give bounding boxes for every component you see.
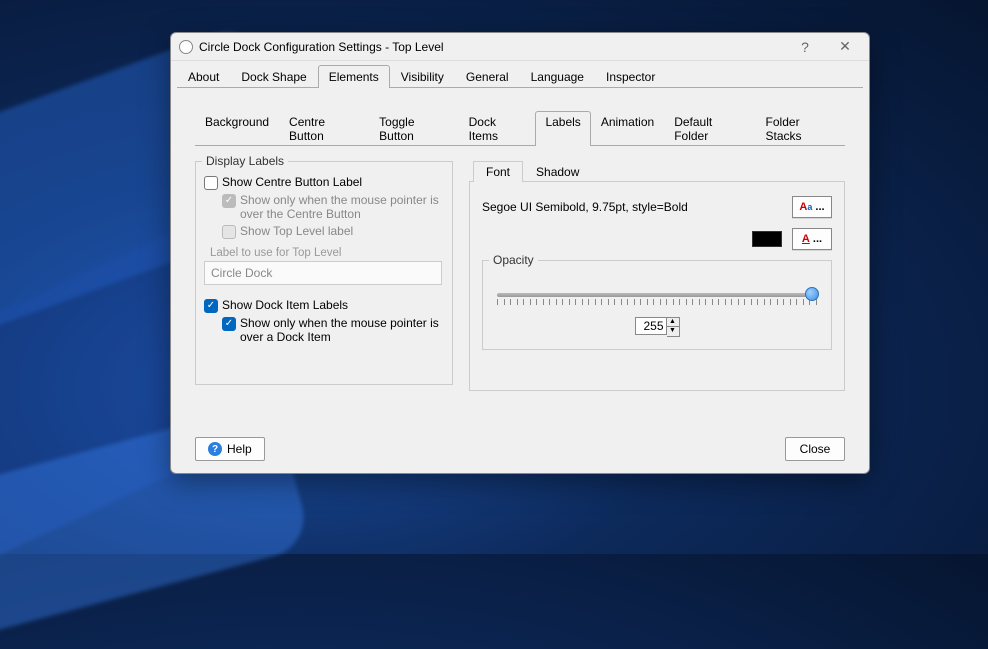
help-button-label: Help [227,442,252,456]
main-tabs: AboutDock ShapeElementsVisibilityGeneral… [171,61,869,88]
help-button[interactable]: ? [785,36,825,58]
main-tab-visibility[interactable]: Visibility [390,65,455,88]
dock-item-hover-text: Show only when the mouse pointer is over… [240,316,444,344]
help-icon: ? [208,442,222,456]
show-dock-item-labels-text: Show Dock Item Labels [222,298,348,312]
sub-tab-toggle-button[interactable]: Toggle Button [369,111,458,146]
show-centre-label-text: Show Centre Button Label [222,175,362,189]
content-area: Display Labels Show Centre Button Label … [171,147,869,429]
sub-tab-background[interactable]: Background [195,111,279,146]
opacity-slider-thumb[interactable] [805,287,819,301]
close-button-label: Close [800,442,831,456]
opacity-down-button[interactable]: ▼ [667,327,679,336]
main-tab-about[interactable]: About [177,65,230,88]
main-tab-inspector[interactable]: Inspector [595,65,666,88]
main-tab-language[interactable]: Language [520,65,595,88]
opacity-value-input[interactable] [635,317,667,335]
top-level-label-caption: Label to use for Top Level [210,247,444,259]
show-dock-item-labels-checkbox[interactable] [204,299,218,313]
sub-tab-animation[interactable]: Animation [591,111,664,146]
close-footer-button[interactable]: Close [785,437,845,461]
config-window: Circle Dock Configuration Settings - Top… [170,32,870,474]
font-tabs: FontShadow [469,161,845,182]
font-color-swatch [752,231,782,247]
sub-tab-folder-stacks[interactable]: Folder Stacks [756,111,845,146]
app-icon [179,40,193,54]
main-tab-general[interactable]: General [455,65,520,88]
slider-ticks [497,299,817,305]
opacity-slider[interactable] [497,293,817,297]
dock-item-hover-checkbox[interactable] [222,317,236,331]
close-window-button[interactable]: ✕ [825,36,865,58]
titlebar: Circle Dock Configuration Settings - Top… [171,33,869,61]
font-picker-button[interactable]: Aa ... [792,196,832,218]
sub-tab-centre-button[interactable]: Centre Button [279,111,369,146]
opacity-legend: Opacity [489,253,538,267]
display-labels-legend: Display Labels [202,154,288,168]
font-description: Segoe UI Semibold, 9.75pt, style=Bold [482,200,782,214]
centre-hover-checkbox [222,194,236,208]
centre-hover-text: Show only when the mouse pointer is over… [240,193,444,221]
font-tab-shadow[interactable]: Shadow [523,161,592,182]
main-tab-dock-shape[interactable]: Dock Shape [230,65,317,88]
display-labels-group: Display Labels Show Centre Button Label … [195,161,453,385]
show-top-level-checkbox [222,225,236,239]
sub-tab-dock-items[interactable]: Dock Items [459,111,536,146]
opacity-group: Opacity ▲ ▼ [482,260,832,350]
opacity-up-button[interactable]: ▲ [667,318,679,327]
font-color-button[interactable]: A ... [792,228,832,250]
help-footer-button[interactable]: ? Help [195,437,265,461]
sub-tabs: BackgroundCentre ButtonToggle ButtonDock… [171,89,869,146]
sub-tab-default-folder[interactable]: Default Folder [664,111,755,146]
main-tab-elements[interactable]: Elements [318,65,390,88]
sub-tab-labels[interactable]: Labels [535,111,590,146]
top-level-label-input[interactable] [204,261,442,285]
footer: ? Help Close [171,429,869,473]
show-top-level-text: Show Top Level label [240,224,353,238]
font-tab-font[interactable]: Font [473,161,523,182]
opacity-spinner[interactable]: ▲ ▼ [491,317,823,337]
window-title: Circle Dock Configuration Settings - Top… [199,40,785,54]
font-panel: Segoe UI Semibold, 9.75pt, style=Bold Aa… [469,181,845,391]
show-centre-label-checkbox[interactable] [204,176,218,190]
